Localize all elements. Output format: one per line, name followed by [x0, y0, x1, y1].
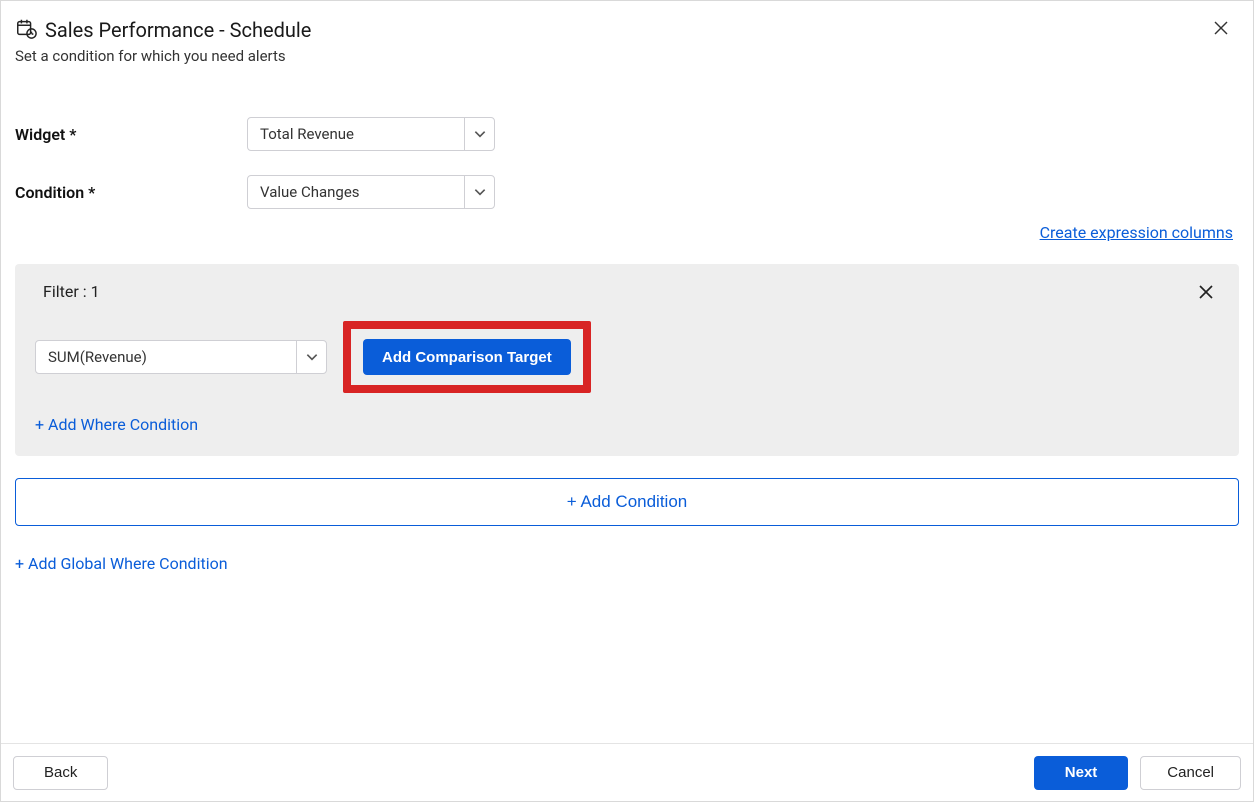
calendar-schedule-icon — [15, 17, 37, 43]
chevron-down-icon — [464, 176, 494, 208]
expression-link-row: Create expression columns — [15, 223, 1239, 242]
dialog-footer: Back Next Cancel — [1, 743, 1253, 801]
chevron-down-icon — [296, 341, 326, 373]
add-where-condition-link[interactable]: + Add Where Condition — [35, 415, 198, 434]
title-row: Sales Performance - Schedule — [15, 17, 1237, 43]
remove-filter-button[interactable] — [1193, 282, 1219, 304]
widget-row: Widget * Total Revenue — [15, 117, 1239, 151]
aggregate-select[interactable]: SUM(Revenue) — [35, 340, 327, 374]
next-button[interactable]: Next — [1034, 756, 1129, 790]
close-dialog-button[interactable] — [1211, 19, 1231, 39]
widget-select-value: Total Revenue — [248, 118, 464, 150]
back-button[interactable]: Back — [13, 756, 108, 790]
widget-label: Widget * — [15, 125, 247, 144]
widget-select[interactable]: Total Revenue — [247, 117, 495, 151]
close-icon — [1199, 282, 1213, 304]
dialog-subtitle: Set a condition for which you need alert… — [15, 47, 1237, 65]
highlight-box: Add Comparison Target — [343, 321, 591, 393]
create-expression-columns-link[interactable]: Create expression columns — [1040, 223, 1233, 242]
filter-card: Filter : 1 SUM(Revenue) Add C — [15, 264, 1239, 456]
condition-select[interactable]: Value Changes — [247, 175, 495, 209]
close-icon — [1214, 20, 1228, 38]
dialog-header: Sales Performance - Schedule Set a condi… — [1, 1, 1253, 69]
chevron-down-icon — [464, 118, 494, 150]
aggregate-select-value: SUM(Revenue) — [36, 341, 296, 373]
add-condition-button[interactable]: + Add Condition — [15, 478, 1239, 526]
condition-label: Condition * — [15, 183, 247, 202]
condition-select-value: Value Changes — [248, 176, 464, 208]
cancel-button[interactable]: Cancel — [1140, 756, 1241, 790]
condition-row: Condition * Value Changes — [15, 175, 1239, 209]
filter-title: Filter : 1 — [43, 282, 1219, 301]
schedule-dialog: Sales Performance - Schedule Set a condi… — [0, 0, 1254, 802]
dialog-body: Widget * Total Revenue Condition * Value… — [1, 69, 1253, 743]
add-global-where-condition-link[interactable]: + Add Global Where Condition — [15, 554, 228, 573]
dialog-title: Sales Performance - Schedule — [45, 18, 311, 42]
add-comparison-target-button[interactable]: Add Comparison Target — [363, 339, 571, 375]
filter-row: SUM(Revenue) Add Comparison Target — [35, 321, 1219, 393]
